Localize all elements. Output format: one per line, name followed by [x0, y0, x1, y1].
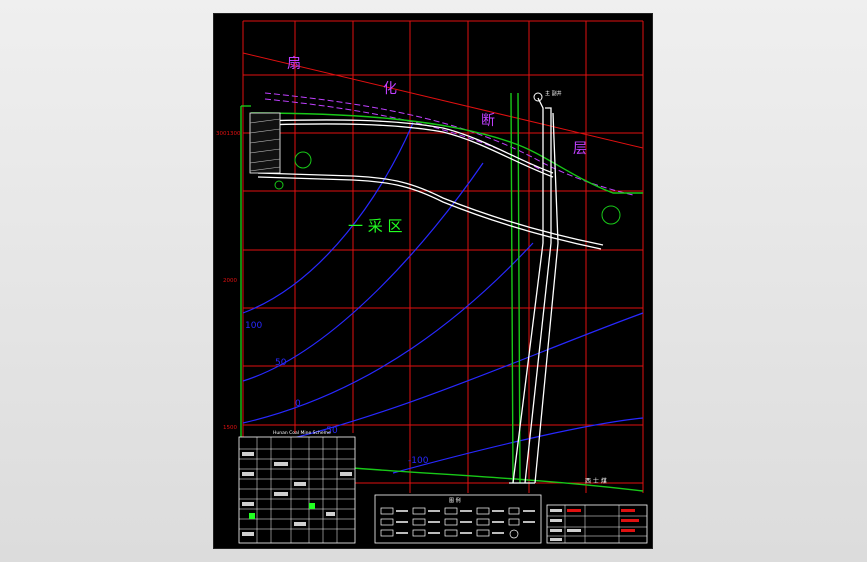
- coordinate-grid: [242, 20, 644, 493]
- hatched-pillar: [249, 112, 281, 174]
- data-table: Hunan Coal Mine Scheme: [238, 430, 356, 544]
- coal-seam-label: 西 士 煤: [585, 477, 607, 485]
- axis-label-top: 3001300: [216, 131, 241, 137]
- axis-label-bottom: 1500: [223, 425, 237, 431]
- axis-labels: 3001300 2000 1500: [216, 131, 241, 431]
- legend-box: 图 例: [374, 494, 542, 544]
- mining-zone-label: 一 采 区: [348, 217, 403, 235]
- table-title: Hunan Coal Mine Scheme: [273, 430, 331, 436]
- fault-char-2: 化: [383, 81, 397, 97]
- shaft-label: 主 副井: [545, 90, 562, 97]
- contour-label-50: 50: [275, 358, 287, 368]
- contour-lines: [242, 122, 644, 474]
- fault-char-1: 扇: [287, 56, 301, 72]
- contour-label-neg100: -100: [408, 456, 429, 466]
- fault-char-4: 层: [573, 141, 587, 157]
- contour-label-100: 100: [245, 321, 262, 331]
- legend-title: 图 例: [449, 497, 461, 504]
- title-block: [546, 504, 648, 544]
- contour-label-0: 0: [295, 399, 301, 409]
- cad-drawing-sheet[interactable]: 扇 化 断 层 一 采 区 100 50 0 -50 -100 3001300 …: [213, 13, 653, 549]
- fault-char-3: 断: [481, 113, 495, 129]
- axis-label-mid: 2000: [223, 278, 237, 284]
